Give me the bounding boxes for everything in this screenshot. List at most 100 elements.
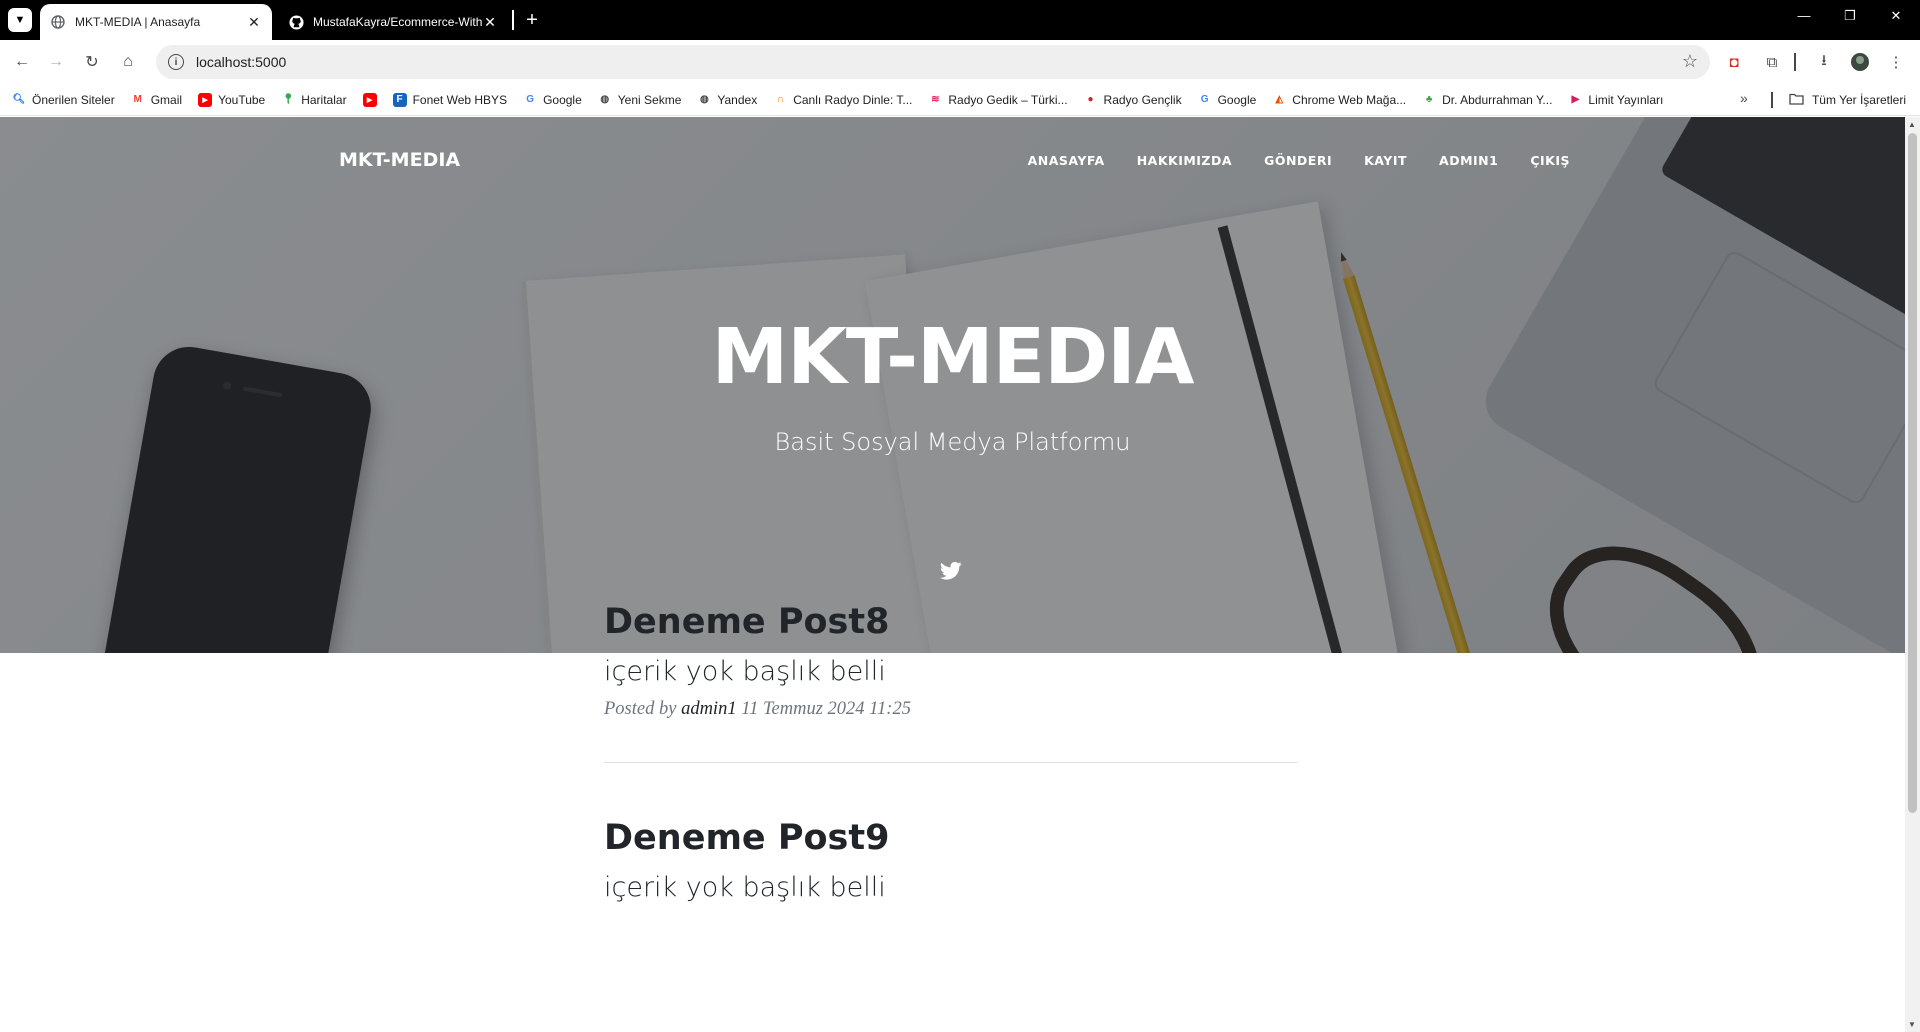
- bookmark-label: Yeni Sekme: [617, 92, 682, 107]
- download-icon[interactable]: ⭳: [1812, 50, 1836, 74]
- posted-by-label: Posted by: [604, 699, 677, 719]
- tab-strip: ▼ MKT-MEDIA | Anasayfa ✕ MustafaKayra/Ec…: [0, 0, 1920, 40]
- bookmark-star-icon[interactable]: ☆: [1682, 51, 1698, 72]
- extension-pocket-icon[interactable]: ◘: [1722, 50, 1746, 74]
- bookmark-item[interactable]: ◍ Yeni Sekme: [598, 92, 682, 107]
- bookmark-item[interactable]: ∩ Canlı Radyo Dinle: T...: [773, 93, 913, 107]
- post-subtitle[interactable]: içerik yok başlık belli: [604, 872, 1298, 903]
- bookmark-item[interactable]: 📍︎ Haritalar: [281, 93, 347, 107]
- nav-link-cikis[interactable]: ÇIKIŞ: [1530, 153, 1570, 168]
- bookmark-label: Fonet Web HBYS: [412, 92, 508, 107]
- youtube-icon: ▶: [198, 92, 213, 107]
- youtube-icon: ▶: [362, 92, 377, 107]
- bookmark-label: Limit Yayınları: [1588, 92, 1664, 107]
- globe-icon: ◍: [600, 94, 610, 105]
- back-arrow-icon[interactable]: ←: [10, 50, 34, 74]
- post-preview[interactable]: Deneme Post8 içerik yok başlık belli Pos…: [604, 602, 1298, 720]
- url-text[interactable]: localhost:5000: [196, 54, 286, 70]
- bookmark-item[interactable]: M Gmail: [131, 93, 183, 107]
- nav-link-admin1[interactable]: ADMIN1: [1439, 153, 1498, 168]
- scroll-down-arrow-icon[interactable]: ▼: [1908, 1020, 1916, 1029]
- page-viewport: MKT-MEDIA ANASAYFA HAKKIMIZDA GÖNDERI KA…: [0, 117, 1905, 1032]
- all-bookmarks-label: Tüm Yer İşaretleri: [1811, 93, 1906, 107]
- post-title[interactable]: Deneme Post8: [604, 602, 1298, 642]
- nav-link-anasayfa[interactable]: ANASAYFA: [1028, 153, 1105, 168]
- bookmark-label: Radyo Gedik – Türki...: [948, 92, 1068, 107]
- post-title[interactable]: Deneme Post9: [604, 818, 1298, 858]
- nav-link-hakkimizda[interactable]: HAKKIMIZDA: [1137, 153, 1232, 168]
- tab-separator: [512, 10, 514, 30]
- bookmark-label: YouTube: [218, 92, 266, 107]
- bookmark-item[interactable]: ◭ Chrome Web Mağa...: [1272, 93, 1406, 107]
- bookmark-item[interactable]: ◍ Yandex: [697, 93, 757, 107]
- close-window-icon[interactable]: ✕: [1884, 8, 1908, 24]
- bookmarks-divider: [1771, 92, 1773, 108]
- bookmark-label: Chrome Web Mağa...: [1292, 92, 1407, 107]
- tab-title: MustafaKayra/Ecommerce-With: [313, 15, 482, 29]
- all-bookmarks-button[interactable]: Tüm Yer İşaretleri: [1789, 84, 1906, 116]
- limit-icon: ▶: [1571, 94, 1580, 105]
- post-date: 11 Temmuz 2024 11:25: [741, 699, 911, 719]
- tab-title: MKT-MEDIA | Anasayfa: [75, 15, 201, 29]
- bookmark-item[interactable]: ♣ Dr. Abdurrahman Y...: [1422, 92, 1553, 107]
- reload-icon[interactable]: ↻: [80, 50, 104, 74]
- close-icon[interactable]: ✕: [482, 14, 498, 31]
- hero-subtitle: Basit Sosyal Medya Platformu: [774, 428, 1131, 456]
- bookmark-item[interactable]: ≋ Radyo Gedik – Türki...: [928, 93, 1067, 107]
- bookmark-item[interactable]: ▶: [362, 92, 377, 107]
- bookmark-item[interactable]: ▶ YouTube: [198, 92, 266, 107]
- github-icon: [288, 14, 304, 30]
- bookmark-item[interactable]: 🔍︎ Önerilen Siteler: [12, 93, 115, 107]
- chevron-double-right-icon[interactable]: »: [1740, 90, 1748, 106]
- nav-link-gonderi[interactable]: GÖNDERI: [1264, 153, 1332, 168]
- radio-icon: ●: [1087, 94, 1094, 105]
- address-bar[interactable]: i localhost:5000 ☆: [156, 45, 1710, 79]
- scrollbar-thumb[interactable]: [1908, 133, 1917, 813]
- twitter-icon[interactable]: [939, 561, 964, 585]
- radio-icon: ≋: [931, 94, 940, 105]
- profile-avatar-icon[interactable]: [1848, 50, 1872, 74]
- tab-search-button[interactable]: ▼: [8, 8, 32, 32]
- globe-icon: [50, 14, 66, 30]
- bookmark-label: Google: [1217, 92, 1257, 107]
- home-icon[interactable]: ⌂: [116, 50, 140, 74]
- site-info-icon[interactable]: i: [168, 54, 184, 70]
- google-icon: G: [526, 94, 534, 105]
- close-icon[interactable]: ✕: [246, 14, 262, 31]
- forward-arrow-icon[interactable]: →: [44, 50, 68, 74]
- bookmark-item[interactable]: ● Radyo Gençlik: [1084, 93, 1182, 107]
- folder-icon: [1789, 93, 1805, 107]
- chevron-down-icon: ▼: [14, 14, 26, 26]
- bookmark-label: Dr. Abdurrahman Y...: [1442, 92, 1553, 107]
- post-author-link[interactable]: admin1: [681, 699, 737, 719]
- bookmark-item[interactable]: G Google: [1198, 93, 1257, 107]
- menu-kebab-icon[interactable]: ⋮: [1884, 50, 1908, 74]
- new-tab-plus-icon[interactable]: +: [520, 8, 544, 32]
- bookmark-item[interactable]: ▶ Limit Yayınları: [1568, 92, 1664, 107]
- tab-mkt-media[interactable]: MKT-MEDIA | Anasayfa ✕: [40, 4, 272, 40]
- post-preview[interactable]: Deneme Post9 içerik yok başlık belli: [604, 818, 1298, 903]
- gmail-icon: M: [133, 94, 142, 105]
- tab-github[interactable]: MustafaKayra/Ecommerce-With ✕: [278, 4, 508, 40]
- tree-icon: ♣: [1425, 94, 1433, 105]
- globe-icon: ◍: [700, 94, 709, 105]
- post-subtitle[interactable]: içerik yok başlık belli: [604, 656, 1298, 687]
- minimize-icon[interactable]: —: [1792, 8, 1816, 23]
- hero-header: MKT-MEDIA ANASAYFA HAKKIMIZDA GÖNDERI KA…: [0, 117, 1905, 653]
- headphones-icon: ∩: [776, 94, 784, 105]
- restore-icon[interactable]: ❐: [1838, 8, 1862, 24]
- bookmark-item[interactable]: G Google: [523, 93, 582, 107]
- bookmarks-bar: 🔍︎ Önerilen Siteler M Gmail ▶ YouTube 📍︎ Har…: [0, 84, 1920, 116]
- hero-title: MKT-MEDIA: [711, 313, 1195, 402]
- post-meta: Posted by admin1 11 Temmuz 2024 11:25: [604, 699, 1298, 720]
- bookmark-item[interactable]: F Fonet Web HBYS: [392, 92, 508, 107]
- page-scrollbar[interactable]: ▲ ▼: [1905, 117, 1920, 1032]
- site-navbar: MKT-MEDIA ANASAYFA HAKKIMIZDA GÖNDERI KA…: [0, 117, 1905, 197]
- nav-link-kayit[interactable]: KAYIT: [1364, 153, 1407, 168]
- site-brand-link[interactable]: MKT-MEDIA: [339, 149, 460, 171]
- scroll-up-arrow-icon[interactable]: ▲: [1908, 120, 1916, 129]
- extensions-puzzle-icon[interactable]: ⧉: [1760, 50, 1784, 74]
- bookmark-label: Yandex: [717, 92, 758, 107]
- bookmark-label: Radyo Gençlik: [1103, 92, 1182, 107]
- bookmark-label: Google: [543, 92, 582, 107]
